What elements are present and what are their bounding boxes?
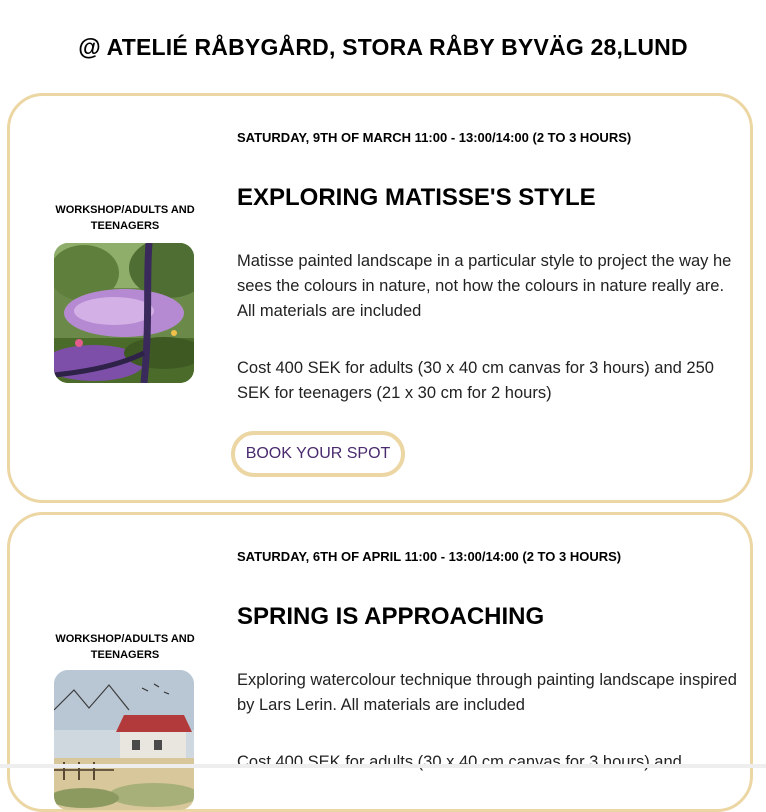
venue-heading: @ ATELIÉ RÅBYGÅRD, STORA RÅBY BYVÄG 28,L… (78, 34, 688, 60)
event-category: WORKSHOP/ADULTS AND TEENAGERS (55, 204, 195, 232)
book-your-spot-button[interactable]: BOOK YOUR SPOT (231, 431, 405, 477)
event-description: Matisse painted landscape in a particula… (237, 252, 732, 320)
event-category: WORKSHOP/ADULTS AND TEENAGERS (55, 633, 195, 661)
event-title: EXPLORING MATISSE'S STYLE (237, 184, 596, 211)
page-bottom-edge (0, 764, 766, 768)
event-card: WORKSHOP/ADULTS AND TEENAGERS SATURDAY, … (7, 93, 753, 503)
event-title: SPRING IS APPROACHING (237, 603, 545, 630)
event-cost: Cost 400 SEK for adults (30 x 40 cm canv… (237, 753, 682, 771)
event-description: Exploring watercolour technique through … (237, 671, 737, 714)
event-image-farmhouse (54, 670, 194, 810)
event-date: SATURDAY, 9TH OF MARCH 11:00 - 13:00/14:… (237, 130, 632, 145)
event-image-matisse (54, 243, 194, 383)
event-cost: Cost 400 SEK for adults (30 x 40 cm canv… (237, 359, 714, 402)
event-date: SATURDAY, 6TH OF APRIL 11:00 - 13:00/14:… (237, 549, 622, 564)
